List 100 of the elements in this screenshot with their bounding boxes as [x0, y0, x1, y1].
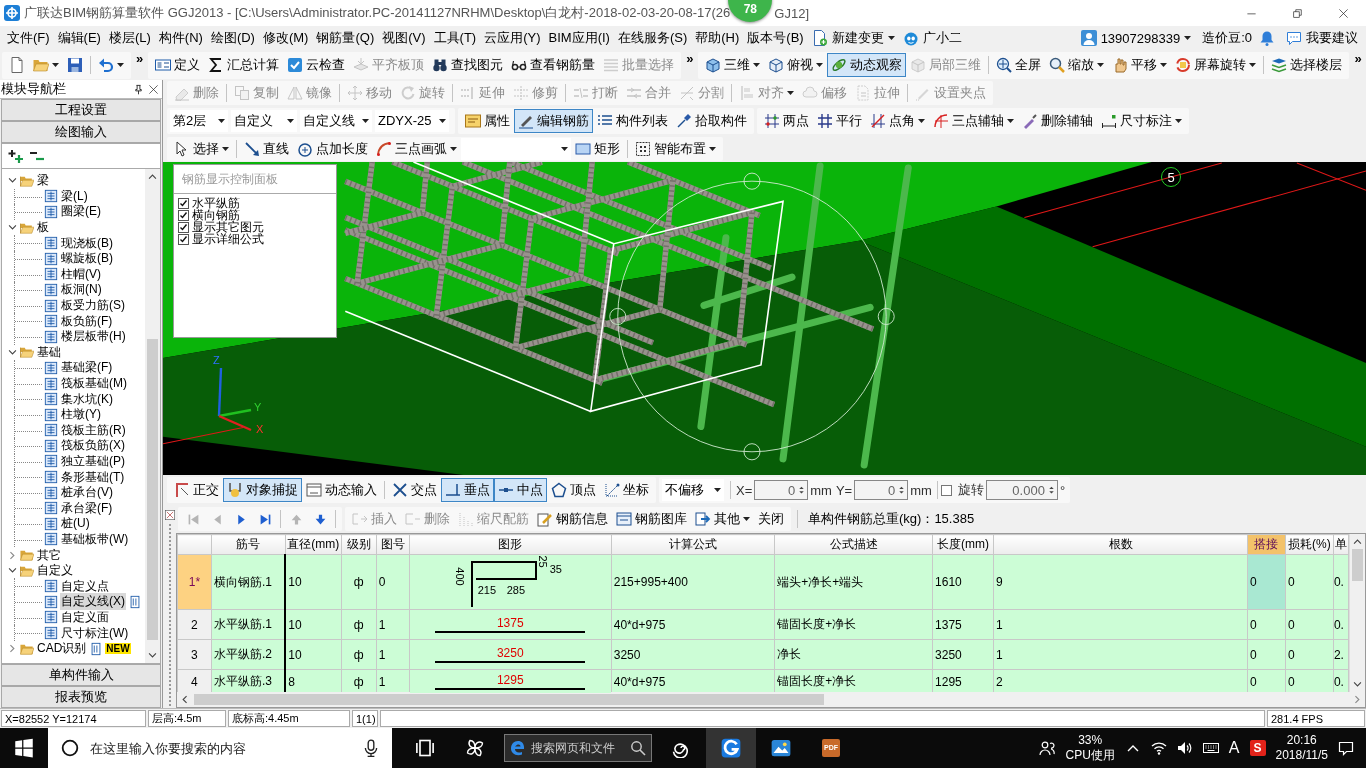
dropdown-field[interactable]: 自定义线	[300, 109, 372, 132]
tree-item[interactable]: 现浇板(B)	[60, 234, 114, 252]
toolbar-button[interactable]: 点加长度	[293, 136, 372, 161]
navigator-button[interactable]: 报表预览	[1, 686, 161, 708]
column-header[interactable]: 计算公式	[611, 534, 775, 555]
toolbar-button[interactable]: 尺寸标注	[1097, 108, 1186, 133]
tree-item[interactable]: 集水坑(K)	[60, 390, 114, 408]
dropdown-field[interactable]: 不偏移	[662, 479, 724, 501]
tree-item[interactable]: 楼层板带(H)	[60, 328, 127, 346]
toolbar-button[interactable]: 矩形	[571, 136, 624, 161]
tree-item[interactable]: 基础梁(F)	[60, 359, 114, 377]
dropdown-field[interactable]	[461, 137, 571, 160]
navigator-button[interactable]: 单构件输入	[1, 664, 161, 686]
account-button[interactable]: 13907298339	[1076, 27, 1196, 49]
column-header[interactable]: 根数	[993, 534, 1248, 555]
chevron-right-icon[interactable]	[7, 643, 18, 655]
toolbar-button[interactable]: 定义	[151, 53, 205, 77]
toolbar-button[interactable]: 屏幕旋转	[1171, 53, 1261, 77]
tree-item[interactable]: 基础	[36, 343, 62, 361]
menu-item[interactable]: 帮助(H)	[691, 29, 744, 47]
dropdown-field[interactable]: ZDYX-25	[375, 109, 449, 132]
navigator-button[interactable]: 绘图输入	[1, 121, 161, 143]
toolbar-button[interactable]: 中点	[494, 478, 547, 502]
tree-item[interactable]: 梁	[36, 172, 50, 190]
rotation-field[interactable]: 0.000	[985, 480, 1058, 500]
menu-button[interactable]: 新建变更	[807, 27, 899, 49]
ime-badge[interactable]: S	[1249, 740, 1266, 756]
column-header[interactable]: 图号	[376, 534, 410, 555]
checkbox[interactable]	[178, 209, 189, 221]
toolbar-button[interactable]: 三点辅轴	[929, 108, 1018, 133]
column-header[interactable]: 直径(mm)	[285, 534, 342, 555]
checkbox[interactable]	[178, 221, 189, 233]
column-header[interactable]: 公式描述	[774, 534, 933, 555]
scrollbar[interactable]	[145, 169, 160, 663]
toolbar-button[interactable]: 坐标	[600, 478, 653, 502]
tree-item[interactable]: 螺旋板(B)	[60, 250, 114, 268]
row-header[interactable]: 2	[177, 609, 212, 640]
notification-icon[interactable]	[1338, 740, 1354, 756]
row-header[interactable]: 3	[177, 639, 212, 670]
tree-item[interactable]: 条形基础(T)	[60, 468, 126, 486]
toolbar-button[interactable]: 两点	[760, 108, 813, 133]
tree-item[interactable]: 柱墩(Y)	[60, 406, 102, 424]
tree-item[interactable]: 自定义	[36, 562, 74, 580]
row-header[interactable]: 4	[177, 669, 212, 694]
checkbox[interactable]	[178, 197, 189, 209]
people-icon[interactable]	[1039, 740, 1056, 756]
toolbar-button[interactable]: 俯视	[764, 53, 828, 77]
tree-item[interactable]: 承台梁(F)	[60, 499, 114, 517]
tree-item[interactable]: 柱帽(V)	[60, 265, 102, 283]
column-header[interactable]: 长度(mm)	[932, 534, 994, 555]
menu-item[interactable]: 绘图(D)	[206, 29, 259, 47]
menu-item[interactable]: 云应用(Y)	[480, 29, 545, 47]
overflow-chevron[interactable]: »	[683, 51, 697, 66]
tree-item[interactable]: 梁(L)	[60, 187, 89, 205]
menu-item[interactable]: 工具(T)	[429, 29, 481, 47]
toolbar-button[interactable]: 平移	[1108, 53, 1172, 77]
menu-item[interactable]: 文件(F)	[3, 29, 54, 47]
menu-item[interactable]: 楼层(L)	[104, 29, 155, 47]
overflow-chevron[interactable]: »	[133, 51, 147, 66]
menu-item[interactable]: 钢筋量(Q)	[312, 29, 379, 47]
close-box-icon[interactable]	[164, 510, 175, 520]
row-header[interactable]: 1*	[177, 554, 212, 610]
tree-item[interactable]: 桩(U)	[60, 515, 91, 533]
speaker-icon[interactable]	[1176, 740, 1193, 756]
menu-item[interactable]: 视图(V)	[378, 29, 430, 47]
toolbar-button[interactable]: 属性	[461, 108, 514, 133]
clock-time[interactable]: 20:16	[1286, 733, 1317, 748]
column-header[interactable]: 级别	[341, 534, 377, 555]
input-mode-label[interactable]: A	[1228, 739, 1240, 757]
menu-item[interactable]: BIM应用(I)	[544, 29, 614, 47]
menu-item[interactable]: 修改(M)	[258, 29, 313, 47]
toolbar-button[interactable]: 其他	[691, 507, 754, 531]
toolbar-button[interactable]: 选择	[170, 136, 233, 161]
column-header[interactable]: 图形	[409, 534, 612, 555]
scrollbar[interactable]	[177, 692, 1365, 707]
toolbar-button[interactable]: 三维	[701, 53, 765, 77]
tree-item[interactable]: 圈梁(E)	[60, 203, 102, 221]
toolbar-button[interactable]: 交点	[388, 478, 441, 502]
tree-item[interactable]: 自定义面	[60, 608, 110, 626]
expand-all-icon[interactable]	[8, 148, 24, 164]
toolbar-button[interactable]: 动态观察	[827, 53, 907, 77]
tree-item[interactable]: 其它	[36, 546, 62, 564]
tree-item[interactable]: 独立基础(P)	[60, 453, 126, 470]
toolbar-button[interactable]: 三点画弧	[372, 136, 461, 161]
toolbar-button[interactable]: 云检查	[283, 53, 350, 77]
y-field[interactable]: 0	[854, 480, 909, 500]
toolbar-button[interactable]: 垂点	[441, 478, 494, 502]
pin-icon[interactable]	[133, 83, 144, 95]
tree-item[interactable]: 桩承台(V)	[60, 484, 114, 502]
menu-item[interactable]: 在线服务(S)	[613, 29, 692, 47]
menu-item[interactable]: 版本号(B)	[743, 29, 808, 47]
navigator-button[interactable]: 工程设置	[1, 99, 161, 121]
tree-item[interactable]: 板洞(N)	[60, 281, 103, 299]
toolbar-button[interactable]: 关闭	[754, 507, 788, 531]
toolbar-button[interactable]: 缩放	[1045, 53, 1109, 77]
toolbar-button[interactable]: 汇总计算	[204, 53, 284, 77]
web-search-field[interactable]: 搜索网页和文件	[504, 734, 652, 762]
overflow-chevron[interactable]: »	[1351, 51, 1365, 66]
wifi-icon[interactable]	[1150, 740, 1167, 756]
bell-icon[interactable]	[1259, 30, 1275, 46]
